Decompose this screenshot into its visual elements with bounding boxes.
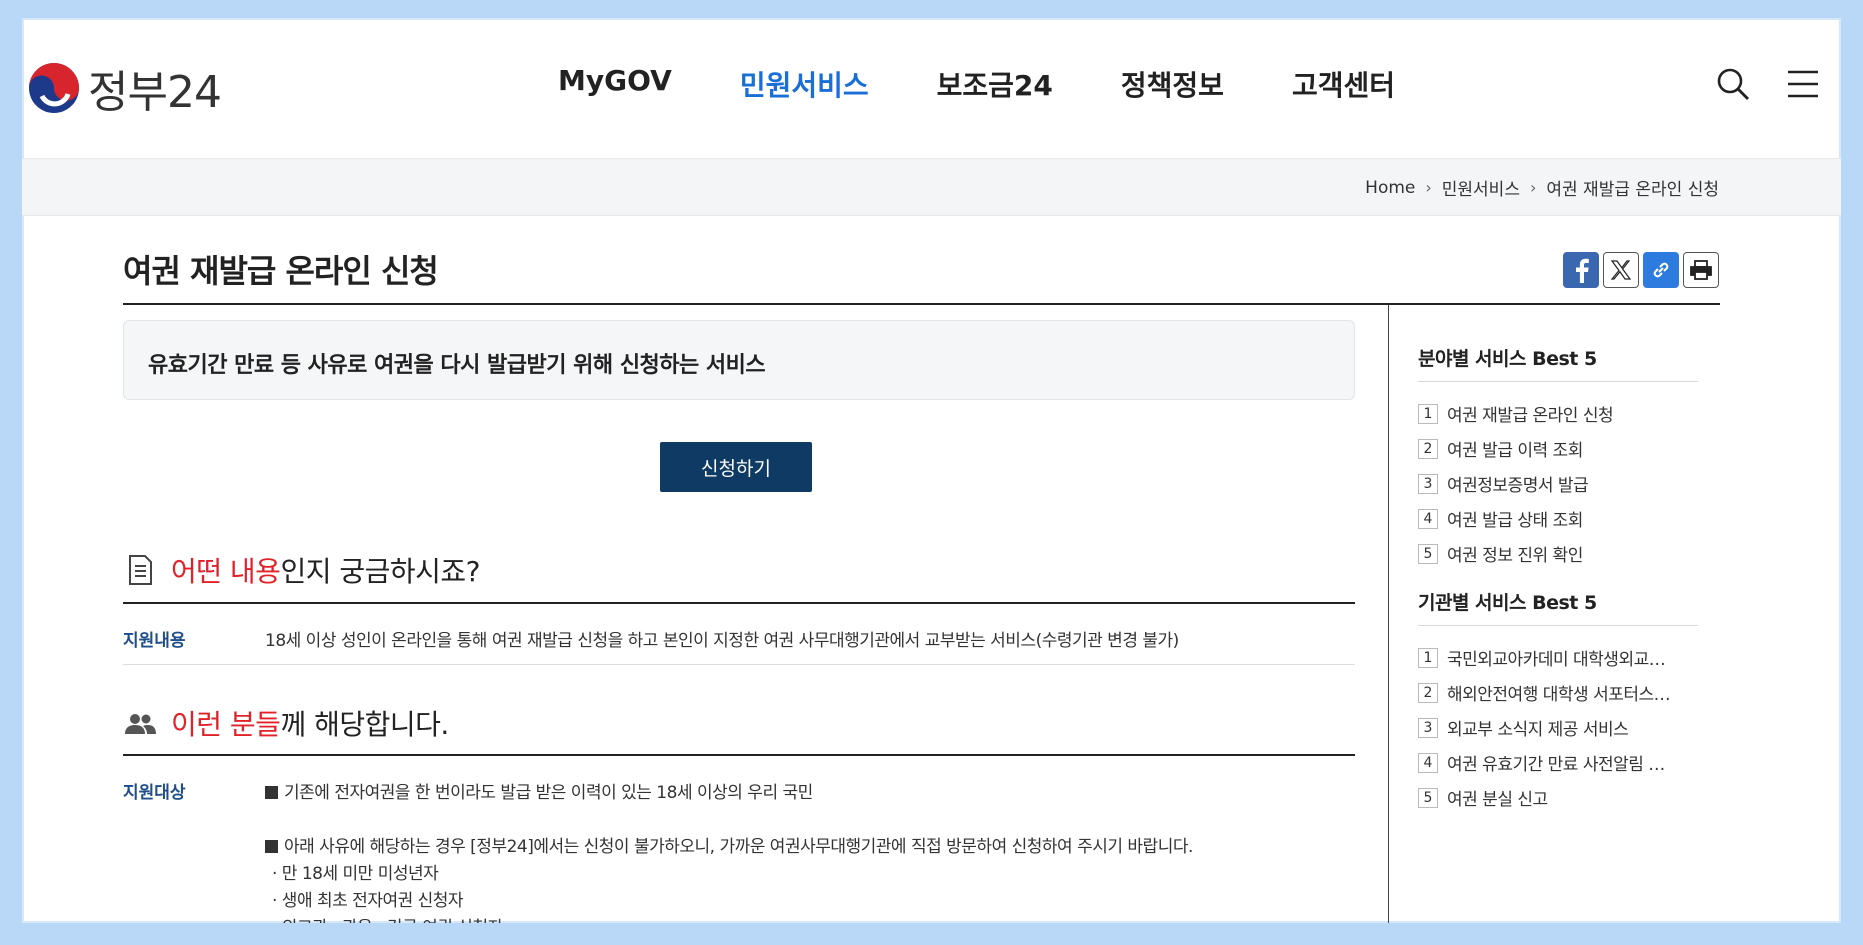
list-item[interactable]: 1 여권 재발급 온라인 신청: [1418, 396, 1698, 431]
rank-badge: 1: [1418, 403, 1438, 424]
facebook-share-button[interactable]: [1563, 252, 1599, 288]
list-item-label: 여권 재발급 온라인 신청: [1447, 406, 1614, 426]
rank-badge: 4: [1418, 752, 1438, 773]
row-divider: [123, 664, 1355, 665]
menu-icon[interactable]: [1785, 66, 1821, 102]
field-best5-title: 분야별 서비스 Best 5: [1418, 344, 1698, 382]
list-item[interactable]: 4 여권 유효기간 만료 사전알림 …: [1418, 745, 1698, 780]
list-item[interactable]: 3 여권정보증명서 발급: [1418, 466, 1698, 501]
target-line-1-text: 기존에 전자여권을 한 번이라도 발급 받은 이력이 있는 18세 이상의 우리…: [284, 783, 813, 803]
copy-link-button[interactable]: [1643, 252, 1679, 288]
apply-button[interactable]: 신청하기: [660, 442, 812, 492]
rank-badge: 5: [1418, 787, 1438, 808]
nav-mygov[interactable]: MyGOV: [558, 64, 672, 104]
header: 정부24 MyGOV 민원서비스 보조금24 정책정보 고객센터: [22, 18, 1841, 158]
square-bullet-icon: [265, 786, 278, 799]
list-item[interactable]: 2 해외안전여행 대학생 서포터스…: [1418, 675, 1698, 710]
section-target-header: 이런 분들께 해당합니다.: [123, 703, 449, 743]
list-item[interactable]: 2 여권 발급 이력 조회: [1418, 431, 1698, 466]
list-item-label: 여권 발급 상태 조회: [1447, 511, 1583, 531]
print-button[interactable]: [1683, 252, 1719, 288]
list-item[interactable]: 1 국민외교아카데미 대학생외교…: [1418, 640, 1698, 675]
target-line-2-text: 아래 사유에 해당하는 경우 [정부24]에서는 신청이 불가하오니, 가까운 …: [284, 837, 1193, 857]
page-title: 여권 재발급 온라인 신청: [123, 252, 439, 290]
logo[interactable]: 정부24: [28, 56, 222, 120]
target-line-2: 아래 사유에 해당하는 경우 [정부24]에서는 신청이 불가하오니, 가까운 …: [265, 832, 1193, 857]
x-logo-icon: [1610, 260, 1632, 280]
section-content-divider: [123, 602, 1355, 604]
section-content-title-highlight: 어떤 내용: [171, 555, 281, 588]
facebook-icon: [1576, 258, 1589, 283]
share-buttons: [1563, 252, 1719, 288]
target-sub-3: · 외교관 · 관용 · 긴급 여권 신청자: [272, 913, 503, 923]
header-actions: [1715, 66, 1821, 102]
rank-badge: 2: [1418, 438, 1438, 459]
breadcrumb-home[interactable]: Home: [1365, 178, 1415, 198]
section-target-title: 이런 분들께 해당합니다.: [171, 703, 449, 743]
content-text: 18세 이상 성인이 온라인을 통해 여권 재발급 신청을 하고 본인이 지정한…: [265, 631, 1179, 651]
breadcrumb-civil-service[interactable]: 민원서비스: [1442, 175, 1520, 200]
nav-civil-service[interactable]: 민원서비스: [740, 64, 869, 104]
taegeuk-logo-icon: [29, 63, 79, 113]
list-item-label: 외교부 소식지 제공 서비스: [1447, 720, 1629, 740]
breadcrumb-bar: Home › 민원서비스 › 여권 재발급 온라인 신청: [22, 158, 1841, 216]
document-icon: [129, 555, 152, 585]
rank-badge: 2: [1418, 682, 1438, 703]
org-best5-title: 기관별 서비스 Best 5: [1418, 588, 1698, 626]
chevron-right-icon: ›: [1529, 178, 1537, 197]
content-label: 지원내용: [123, 631, 186, 651]
list-item[interactable]: 3 외교부 소식지 제공 서비스: [1418, 710, 1698, 745]
rank-badge: 4: [1418, 508, 1438, 529]
target-label: 지원대상: [123, 783, 186, 803]
title-divider: [123, 303, 1720, 305]
section-content-header: 어떤 내용인지 궁금하시죠?: [123, 550, 481, 590]
list-item-label: 여권 발급 이력 조회: [1447, 441, 1583, 461]
printer-icon: [1690, 260, 1712, 280]
section-target-title-highlight: 이런 분들: [171, 708, 281, 741]
service-summary-box: 유효기간 만료 등 사유로 여권을 다시 발급받기 위해 신청하는 서비스: [123, 320, 1355, 400]
breadcrumb-current: 여권 재발급 온라인 신청: [1546, 180, 1719, 200]
list-item[interactable]: 5 여권 정보 진위 확인: [1418, 536, 1698, 571]
org-best5-list: 1 국민외교아카데미 대학생외교… 2 해외안전여행 대학생 서포터스… 3 외교부 …: [1418, 640, 1698, 815]
list-item-label: 여권 유효기간 만료 사전알림 …: [1447, 755, 1665, 775]
field-best5-list: 1 여권 재발급 온라인 신청 2 여권 발급 이력 조회 3 여권정보증명서 발급 …: [1418, 396, 1698, 571]
list-item-label: 국민외교아카데미 대학생외교…: [1447, 650, 1666, 670]
nav-policy-info[interactable]: 정책정보: [1121, 64, 1224, 104]
users-icon: [125, 714, 156, 734]
list-item-label: 여권 분실 신고: [1447, 790, 1548, 810]
page: 정부24 MyGOV 민원서비스 보조금24 정책정보 고객센터 Home ›: [22, 18, 1841, 923]
sidebar-divider: [1388, 305, 1389, 923]
x-share-button[interactable]: [1603, 252, 1639, 288]
link-icon: [1653, 262, 1669, 278]
main-nav: MyGOV 민원서비스 보조금24 정책정보 고객센터: [558, 64, 1463, 104]
org-best5: 기관별 서비스 Best 5 1 국민외교아카데미 대학생외교… 2 해외안전여행 …: [1418, 588, 1698, 815]
logo-text: 정부24: [88, 67, 222, 118]
target-sub-2: · 생애 최초 전자여권 신청자: [272, 891, 464, 911]
list-item-label: 여권정보증명서 발급: [1447, 476, 1589, 496]
section-target-divider: [123, 754, 1355, 756]
target-line-1: 기존에 전자여권을 한 번이라도 발급 받은 이력이 있는 18세 이상의 우리…: [265, 778, 813, 803]
service-summary: 유효기간 만료 등 사유로 여권을 다시 발급받기 위해 신청하는 서비스: [148, 353, 766, 378]
target-sub-1: · 만 18세 미만 미성년자: [272, 864, 439, 884]
nav-customer-center[interactable]: 고객센터: [1292, 64, 1395, 104]
square-bullet-icon: [265, 840, 278, 853]
rank-badge: 5: [1418, 543, 1438, 564]
breadcrumb: Home › 민원서비스 › 여권 재발급 온라인 신청: [1365, 175, 1719, 201]
window-frame: 정부24 MyGOV 민원서비스 보조금24 정책정보 고객센터 Home ›: [0, 0, 1863, 945]
list-item-label: 해외안전여행 대학생 서포터스…: [1447, 685, 1671, 705]
section-content-title-rest: 인지 궁금하시죠?: [280, 555, 481, 588]
chevron-right-icon: ›: [1425, 178, 1432, 197]
field-best5: 분야별 서비스 Best 5 1 여권 재발급 온라인 신청 2 여권 발급 이력 …: [1418, 344, 1698, 571]
section-target-title-rest: 께 해당합니다.: [280, 708, 449, 741]
search-icon[interactable]: [1715, 66, 1751, 102]
section-content-title: 어떤 내용인지 궁금하시죠?: [171, 550, 481, 590]
list-item[interactable]: 4 여권 발급 상태 조회: [1418, 501, 1698, 536]
list-item-label: 여권 정보 진위 확인: [1447, 546, 1583, 566]
nav-subsidy24[interactable]: 보조금24: [937, 64, 1053, 104]
rank-badge: 3: [1418, 717, 1438, 738]
list-item[interactable]: 5 여권 분실 신고: [1418, 780, 1698, 815]
rank-badge: 3: [1418, 473, 1438, 494]
rank-badge: 1: [1418, 647, 1438, 668]
